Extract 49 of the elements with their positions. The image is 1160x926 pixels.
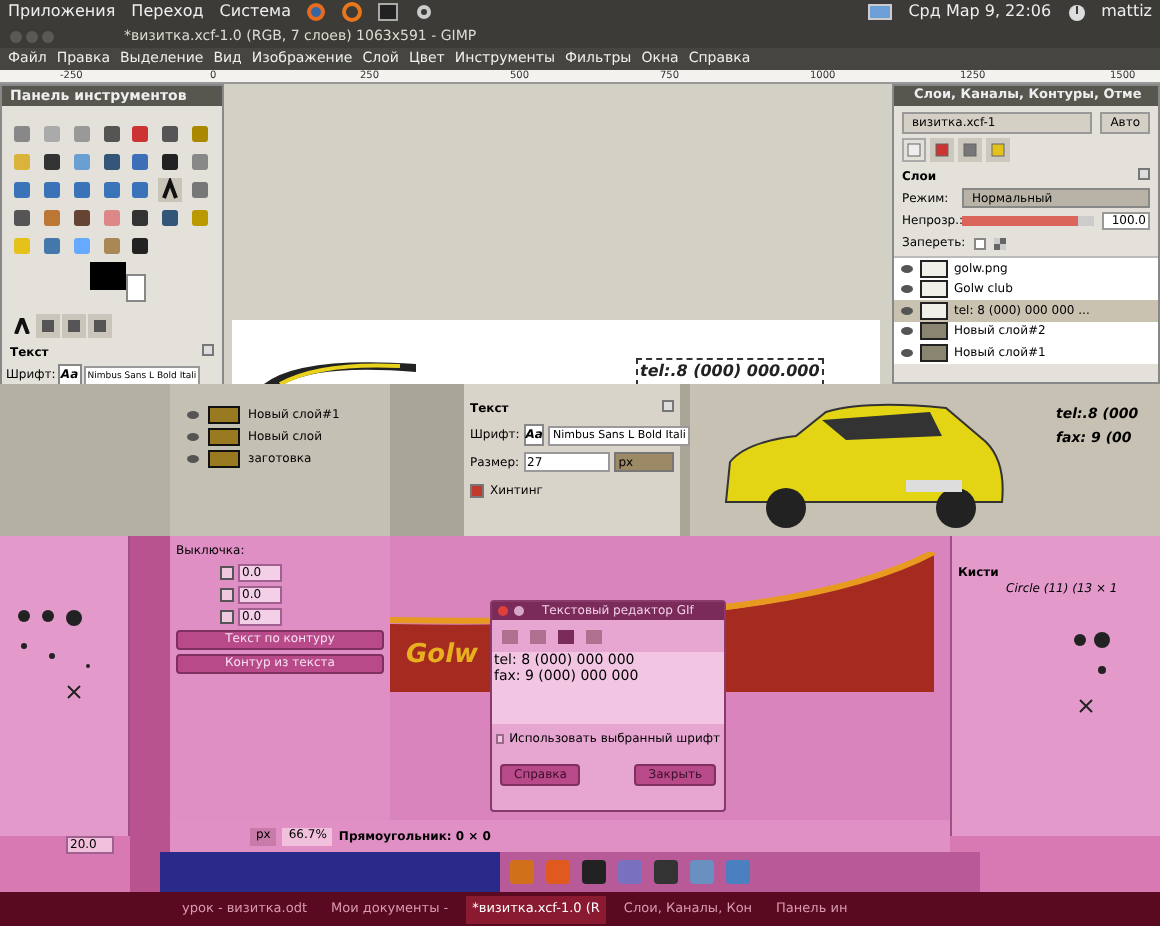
background-color-swatch[interactable] — [126, 274, 146, 302]
layer-thumbnail-icon — [208, 450, 240, 468]
browser-icon[interactable] — [306, 2, 327, 22]
power-icon[interactable] — [1067, 3, 1086, 21]
hinting-checkbox[interactable] — [470, 484, 484, 498]
panel-menu[interactable]: Система — [219, 0, 291, 24]
terminal-icon[interactable] — [378, 2, 399, 22]
layer-thumbnail-icon — [920, 280, 948, 299]
dock-tab[interactable] — [958, 138, 982, 162]
tool-icon[interactable] — [158, 150, 183, 174]
expand-icon[interactable] — [662, 400, 674, 412]
app-icon[interactable] — [652, 858, 680, 886]
checkerboard-icon — [993, 237, 1006, 249]
panel-menu[interactable]: Приложения — [8, 0, 116, 24]
brush-dots-drawing — [1074, 630, 1114, 714]
user-name[interactable]: mattiz — [1101, 0, 1152, 24]
tool-icon[interactable] — [39, 150, 64, 174]
text-tool-icon — [14, 318, 30, 334]
brush-dots-drawing — [18, 610, 94, 702]
layer-thumbnail-icon — [920, 343, 948, 362]
close-icon[interactable] — [498, 606, 508, 616]
tool-icon[interactable] — [99, 122, 124, 146]
lock-checkbox[interactable] — [973, 237, 986, 249]
tool-icon[interactable] — [128, 206, 153, 230]
tool-icon[interactable] — [158, 122, 183, 146]
text-tool-icon[interactable] — [158, 178, 183, 202]
layer-thumbnail-icon — [208, 406, 240, 424]
layer-thumbnail-icon — [208, 428, 240, 446]
layer-thumbnail-icon — [920, 259, 948, 278]
expand-icon[interactable] — [1138, 168, 1150, 180]
layer-thumbnail-icon — [920, 322, 948, 341]
tool-icon[interactable] — [158, 206, 183, 230]
tool-icon[interactable] — [10, 206, 34, 230]
clock[interactable]: Срд Мар 9, 22:06 — [908, 0, 1052, 24]
monitor-icon[interactable] — [868, 3, 893, 21]
tool-icon[interactable] — [99, 150, 124, 174]
panel-menu[interactable]: Переход — [131, 0, 204, 24]
app-icon[interactable] — [580, 858, 608, 886]
expand-icon[interactable] — [202, 344, 214, 356]
lifebuoy-icon[interactable] — [342, 2, 363, 22]
minimize-icon[interactable] — [514, 606, 524, 616]
banner-text: Golw — [406, 638, 479, 674]
dock-tab[interactable] — [902, 138, 926, 162]
tool-icon[interactable] — [69, 206, 94, 230]
foreground-color-swatch[interactable] — [90, 262, 126, 290]
dock-tab[interactable] — [930, 138, 954, 162]
layer-thumbnail-icon — [920, 301, 948, 320]
tool-icon[interactable] — [128, 234, 153, 258]
font-checkbox[interactable] — [496, 734, 504, 744]
